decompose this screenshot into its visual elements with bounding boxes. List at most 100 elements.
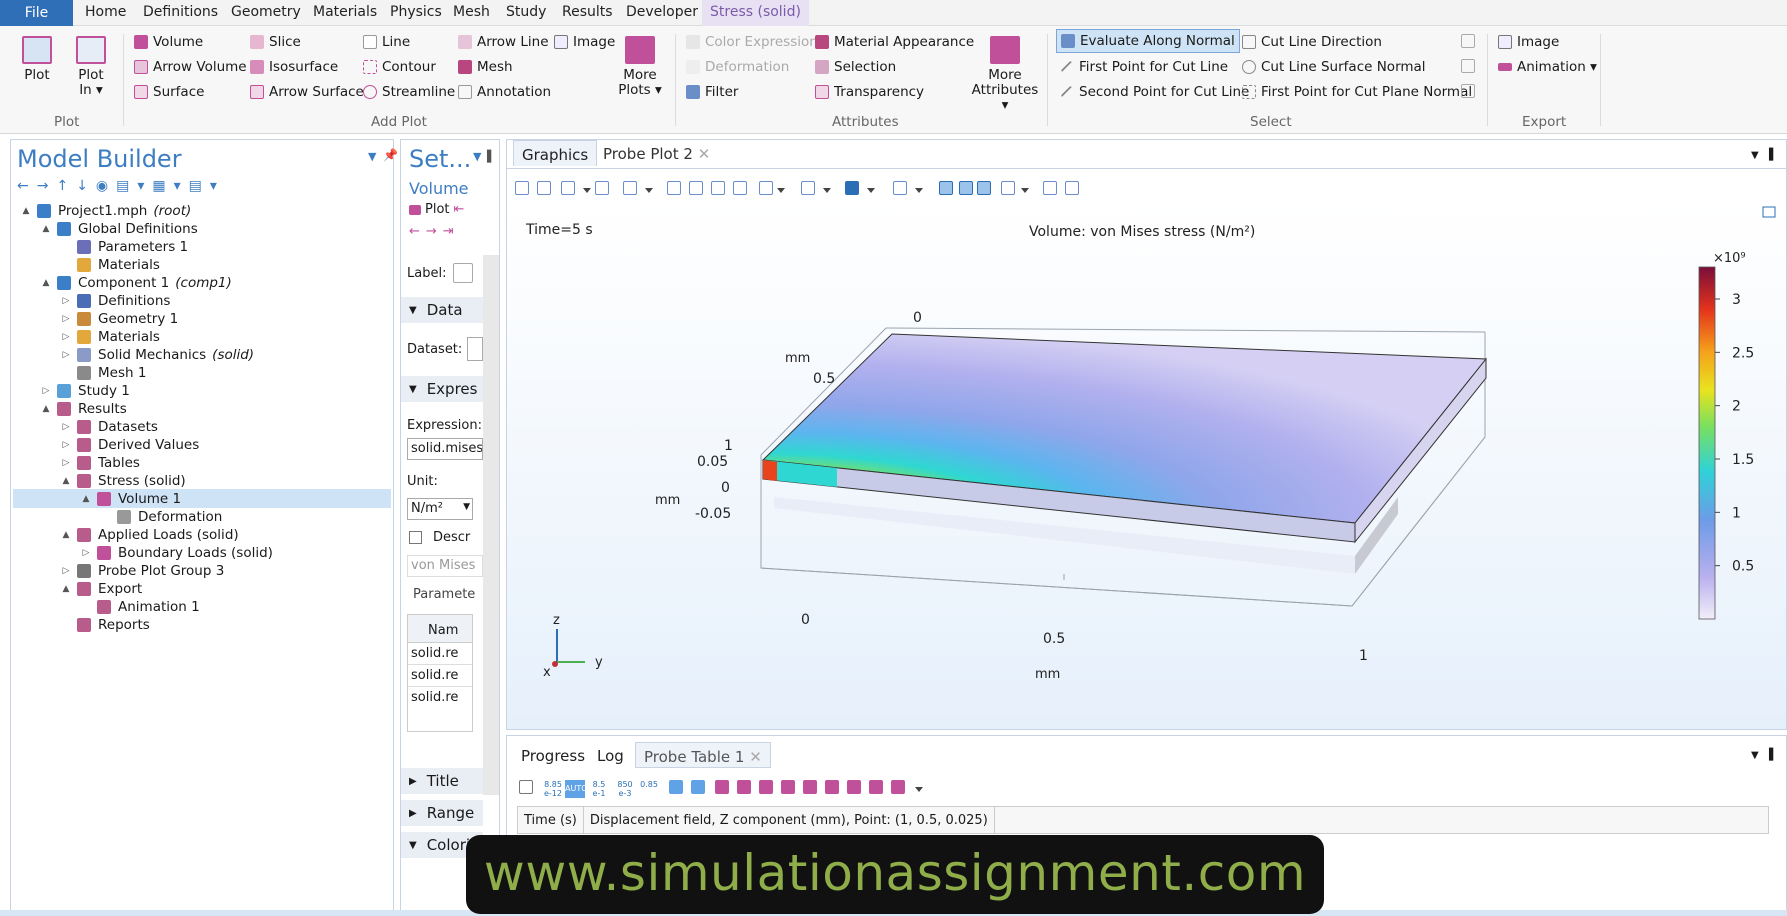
edit-label-icon[interactable] <box>453 263 473 283</box>
first-point-cut-plane-normal-button[interactable]: First Point for Cut Plane Normal <box>1242 82 1472 102</box>
menu-mesh[interactable]: Mesh <box>453 4 490 20</box>
tree-item[interactable]: Animation 1 <box>13 597 391 616</box>
pane-menu-icon[interactable]: ▼ <box>1751 150 1759 161</box>
tree-toggle-icon[interactable]: ▷ <box>81 548 91 558</box>
tree-item[interactable]: ▷ Tables <box>13 453 391 472</box>
title-section-header[interactable]: ▶ Title <box>401 768 483 794</box>
hand-icon[interactable] <box>1461 84 1475 98</box>
tree-toggle-icon[interactable]: ▷ <box>61 332 71 342</box>
cut-line-surface-normal-button[interactable]: Cut Line Surface Normal <box>1242 57 1426 77</box>
isosurface-button[interactable]: Isosurface <box>250 57 338 77</box>
graphics-canvas[interactable]: 0 0.5 1 mm 0 0.5 1 mm 0.05 0 -0.05 mm Ti… <box>507 204 1786 729</box>
second-point-cut-line-button[interactable]: Second Point for Cut Line <box>1060 82 1249 102</box>
evaluate-along-normal-button[interactable]: Evaluate Along Normal <box>1056 29 1240 53</box>
arrow-volume-button[interactable]: Arrow Volume <box>134 57 247 77</box>
view-xz-icon[interactable] <box>711 181 725 195</box>
plot-icon[interactable] <box>781 780 795 794</box>
tree-item[interactable]: ▷ Materials <box>13 327 391 346</box>
dropdown-icon[interactable] <box>915 188 923 193</box>
tree-item[interactable]: ▲ Volume 1 <box>13 489 391 508</box>
view-xy-icon[interactable] <box>667 181 681 195</box>
tree-toggle-icon[interactable]: ▲ <box>41 404 51 414</box>
animation-button[interactable]: Animation ▾ <box>1498 57 1597 77</box>
view-yz-icon[interactable] <box>689 181 703 195</box>
plot-button[interactable]: Plot <box>22 36 52 83</box>
precision-button[interactable]: 8.5 e-1 <box>589 780 609 798</box>
menu-definitions[interactable]: Definitions <box>143 4 218 20</box>
tree-toggle-icon[interactable]: ▲ <box>61 530 71 540</box>
tree-toggle-icon[interactable]: ▷ <box>61 458 71 468</box>
tree-item[interactable]: ▷ Geometry 1 <box>13 309 391 328</box>
file-menu-tab[interactable]: File <box>0 0 73 26</box>
cut-line-direction-button[interactable]: Cut Line Direction <box>1242 32 1382 52</box>
tab-graphics[interactable]: Graphics <box>513 140 598 166</box>
dataset-select[interactable] <box>467 337 483 361</box>
tree-toggle-icon[interactable]: ▷ <box>61 440 71 450</box>
first-point-cut-line-button[interactable]: First Point for Cut Line <box>1060 57 1228 77</box>
pin-icon[interactable]: 📌 <box>383 148 398 162</box>
line-button[interactable]: Line <box>363 32 410 52</box>
precision-button[interactable]: 8.85 e-12 <box>543 780 563 798</box>
pin-icon[interactable]: ▌ <box>1769 148 1777 161</box>
tree-toggle-icon[interactable]: ▷ <box>41 386 51 396</box>
settings-plot-button[interactable]: Plot ⇤ <box>409 202 464 217</box>
annotation-button[interactable]: Annotation <box>458 82 551 102</box>
tree-item[interactable]: ▷ Solid Mechanics (solid) <box>13 345 391 364</box>
pane-menu-icon[interactable]: ▼ <box>368 150 376 163</box>
tab-probe-plot-2[interactable]: Probe Plot 2 ✕ <box>595 140 718 166</box>
tree-item[interactable]: ▷ Definitions <box>13 291 391 310</box>
deformation-button[interactable]: Deformation <box>686 57 789 77</box>
tree-item[interactable]: ▲ Project1.mph (root) <box>13 201 391 220</box>
tree-toggle-icon[interactable]: ▷ <box>61 350 71 360</box>
export-image-button[interactable]: Image <box>1498 32 1559 52</box>
tree-item[interactable]: ▲ Results <box>13 399 391 418</box>
plot-in-button[interactable]: Plot In ▾ <box>70 36 112 98</box>
description-input[interactable]: von Mises <box>407 555 483 577</box>
render-icon[interactable] <box>801 181 815 195</box>
tree-item[interactable]: ▲ Export <box>13 579 391 598</box>
tree-toggle-icon[interactable]: ▲ <box>61 476 71 486</box>
contour-button[interactable]: Contour <box>363 57 436 77</box>
tree-item[interactable]: Deformation <box>13 507 391 526</box>
streamline-button[interactable]: Streamline <box>363 82 455 102</box>
copy-icon[interactable] <box>825 780 839 794</box>
zoom-box-icon[interactable] <box>561 181 575 195</box>
table-copy-icon[interactable] <box>869 780 883 794</box>
pin-icon[interactable]: ▌ <box>487 150 495 163</box>
settings-icon[interactable] <box>691 780 705 794</box>
pin-icon[interactable]: ▌ <box>1769 748 1777 761</box>
table-full-icon[interactable] <box>891 780 905 794</box>
tree-item[interactable]: Materials <box>13 255 391 274</box>
tree-item[interactable]: Mesh 1 <box>13 363 391 382</box>
tree-toggle-icon[interactable]: ▷ <box>61 422 71 432</box>
column-header-time[interactable]: Time (s) <box>518 807 584 833</box>
tree-toggle-icon[interactable]: ▲ <box>21 206 31 216</box>
tree-item[interactable]: ▲ Stress (solid) <box>13 471 391 490</box>
expand-icon[interactable] <box>1762 206 1776 218</box>
scene-light-icon[interactable] <box>845 181 859 195</box>
material-appearance-button[interactable]: Material Appearance <box>815 32 974 52</box>
dropdown-icon[interactable] <box>867 188 875 193</box>
table-row[interactable]: solid.re <box>408 665 472 687</box>
tree-item[interactable]: Reports <box>13 615 391 634</box>
close-icon[interactable]: ✕ <box>698 145 711 163</box>
select-tool-icon[interactable] <box>1461 59 1475 73</box>
precision-button[interactable]: AUTO <box>565 780 588 798</box>
dropdown-icon[interactable] <box>823 188 831 193</box>
tab-progress[interactable]: Progress <box>513 742 593 768</box>
tree-item[interactable]: ▷ Study 1 <box>13 381 391 400</box>
delete-icon[interactable] <box>737 780 751 794</box>
more-attributes-button[interactable]: More Attributes ▾ <box>968 36 1042 113</box>
tree-item[interactable]: ▲ Applied Loads (solid) <box>13 525 391 544</box>
data-section-header[interactable]: ▼ Data <box>401 297 483 323</box>
tree-item[interactable]: ▷ Datasets <box>13 417 391 436</box>
graph-icon[interactable] <box>803 780 817 794</box>
arrow-surface-button[interactable]: Arrow Surface <box>250 82 364 102</box>
description-checkbox[interactable] <box>409 531 422 544</box>
select-all-icon[interactable] <box>977 181 991 195</box>
print-icon[interactable] <box>1065 181 1079 195</box>
close-icon[interactable]: ✕ <box>749 748 762 766</box>
mesh-plot-button[interactable]: Mesh <box>458 57 513 77</box>
image-plot-button[interactable]: Image <box>554 32 615 52</box>
tab-log[interactable]: Log <box>589 742 632 768</box>
